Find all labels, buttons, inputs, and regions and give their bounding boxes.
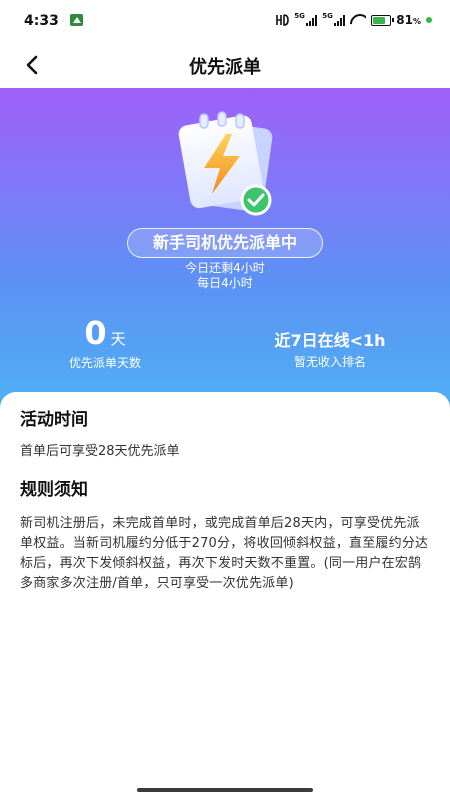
hero-banner: 新手司机优先派单中 今日还剩4小时 每日4小时 0 天 优先派单天数 近7日在线… [0, 88, 450, 418]
activity-time-title: 活动时间 [20, 410, 88, 430]
home-indicator[interactable] [137, 788, 313, 792]
battery-charging-icon [371, 14, 395, 26]
online-stat: 近7日在线<1h 暂无收入排名 [255, 330, 405, 370]
hd-icon [276, 14, 290, 26]
online-stat-value: 近7日在线<1h [274, 331, 386, 350]
signal-type-label: 5G [322, 12, 333, 20]
priority-days-unit: 天 [110, 330, 126, 348]
notepad-lightning-check-icon [178, 111, 273, 216]
signal-icon: 5G [322, 12, 346, 26]
battery-unit: % [412, 17, 421, 26]
rules-card: 活动时间 首单后可享受28天优先派单 规则须知 新司机注册后，未完成首单时，或完… [0, 392, 450, 800]
priority-days-value: 0 [84, 314, 107, 352]
signal-type-label: 5G [294, 12, 305, 20]
signal-icon: 5G [294, 12, 318, 26]
page-title: 优先派单 [189, 57, 261, 78]
status-dot [426, 17, 432, 23]
rules-text: 新司机注册后，未完成首单时，或完成首单后28天内，可享受优先派单权益。当新司机履… [20, 516, 429, 591]
battery-percent: 81 [396, 13, 413, 27]
status-indicators: 5G 5G 81% [275, 12, 432, 28]
battery-percent-text: 81% [396, 13, 421, 27]
status-time: 4:33 [24, 13, 59, 29]
wifi-icon [350, 14, 366, 26]
rules-title: 规则须知 [20, 480, 88, 500]
priority-days-caption: 优先派单天数 [68, 356, 141, 370]
daily-time-text: 每日4小时 [197, 276, 253, 290]
activity-time-text: 首单后可享受28天优先派单 [20, 444, 180, 459]
priority-days-stat: 0 天 优先派单天数 [50, 313, 160, 371]
remaining-time-text: 今日还剩4小时 [185, 261, 265, 275]
status-badge: 新手司机优先派单中 [127, 228, 323, 258]
nav-bar: 优先派单 [0, 42, 450, 88]
notification-app-icon [70, 14, 83, 26]
income-rank-caption: 暂无收入排名 [293, 355, 366, 369]
status-bar: 4:33 5G 5G 81% [0, 0, 450, 42]
